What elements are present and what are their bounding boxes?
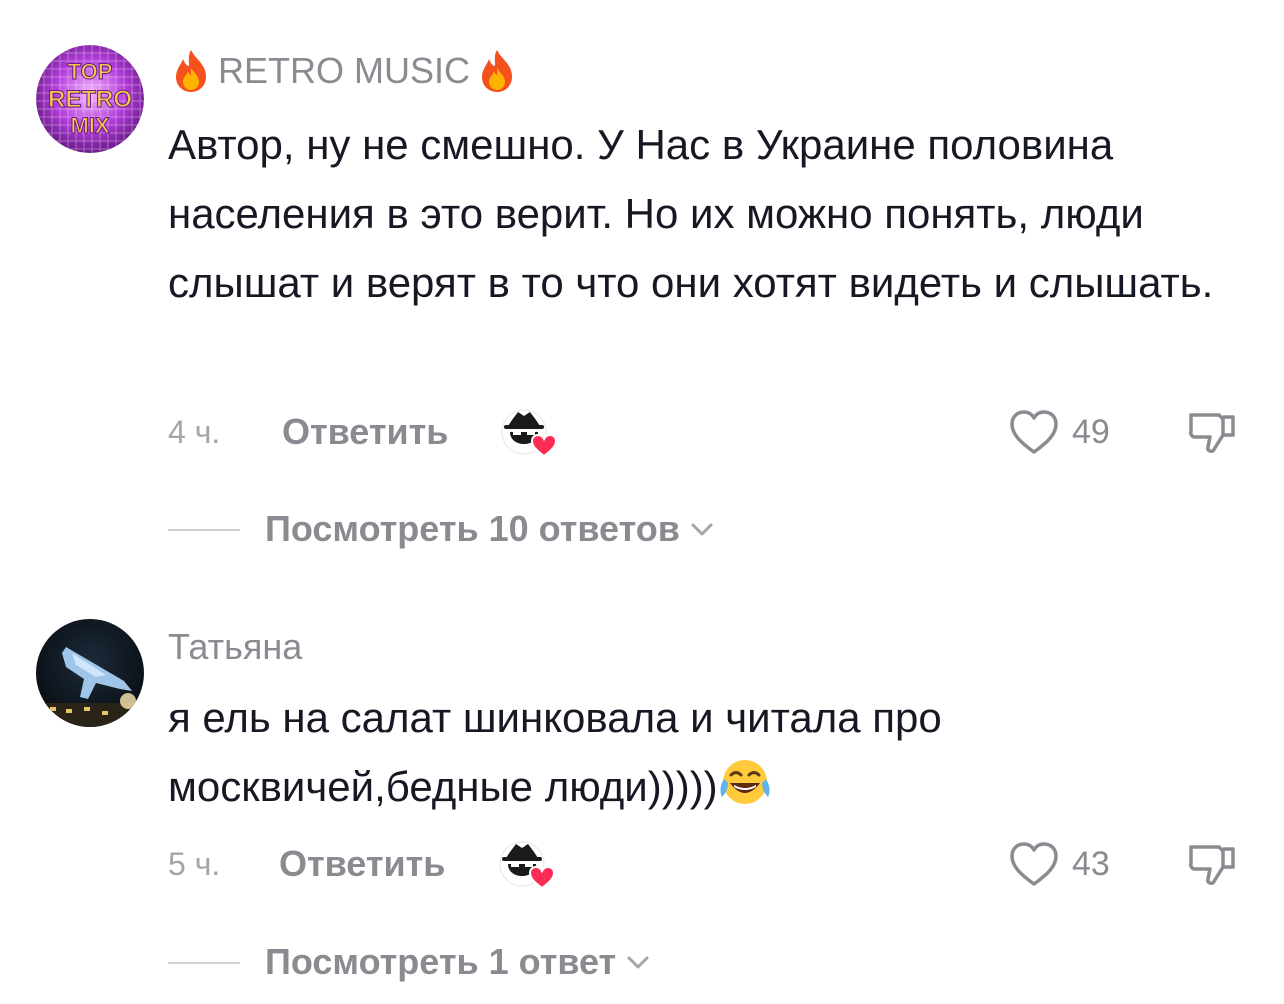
- avatar-text-top: TOP: [68, 59, 113, 84]
- fire-emoji: [176, 50, 206, 92]
- view-replies-button[interactable]: Посмотреть 1 ответ: [0, 934, 1284, 990]
- comment-text: Автор, ну не смешно. У Нас в Украине пол…: [168, 121, 1214, 306]
- view-replies-label: Посмотреть 10 ответов: [265, 508, 680, 549]
- thumbs-down-icon: [1189, 845, 1235, 885]
- fire-emoji: [482, 50, 512, 92]
- chevron-down-icon: [691, 523, 713, 536]
- heart-outline-icon: [1010, 842, 1058, 886]
- dislike-button[interactable]: [1182, 402, 1242, 462]
- like-button[interactable]: [1004, 402, 1064, 462]
- jet-photo-avatar: [36, 619, 144, 727]
- comment-time: 4 ч.: [168, 414, 221, 450]
- comment-time: 5 ч.: [168, 846, 221, 882]
- thumbs-down-icon: [1189, 413, 1235, 453]
- top-retro-mix-avatar: TOP RETRO MIX: [36, 45, 144, 153]
- view-replies-button[interactable]: Посмотреть 10 ответов: [0, 501, 1284, 557]
- avatar[interactable]: TOP RETRO MIX: [36, 45, 144, 153]
- username-label: RETRO MUSIC: [218, 50, 470, 91]
- reply-button[interactable]: Ответить: [279, 834, 445, 894]
- chevron-down-icon: [627, 956, 649, 969]
- heart-outline-icon: [1010, 410, 1058, 454]
- creator-liked-icon: [499, 841, 556, 890]
- like-button[interactable]: [1004, 834, 1064, 894]
- username-label: Татьяна: [168, 626, 303, 667]
- divider: [168, 962, 240, 964]
- tears-of-joy-emoji: [720, 760, 770, 804]
- username[interactable]: Татьяна: [168, 622, 302, 672]
- avatar-text-mix: MIX: [70, 113, 109, 138]
- view-replies-label: Посмотреть 1 ответ: [265, 941, 617, 982]
- comment-text-content: я ель на салат шинковала и читала про мо…: [168, 694, 942, 810]
- creator-liked-icon: [501, 409, 558, 458]
- dislike-button[interactable]: [1182, 834, 1242, 894]
- comment-text: я ель на салат шинковала и читала про мо…: [168, 683, 1258, 821]
- avatar[interactable]: [36, 619, 144, 727]
- avatar-text-retro: RETRO: [48, 86, 132, 113]
- reply-button[interactable]: Ответить: [282, 402, 448, 462]
- like-count: 43: [1072, 845, 1110, 883]
- comment-actions: 4 ч. Ответить 49: [0, 402, 1284, 462]
- like-count: 49: [1072, 413, 1110, 451]
- divider: [168, 529, 240, 531]
- comment-actions: 5 ч. Ответить 43: [0, 834, 1284, 894]
- username[interactable]: RETRO MUSIC: [168, 46, 520, 96]
